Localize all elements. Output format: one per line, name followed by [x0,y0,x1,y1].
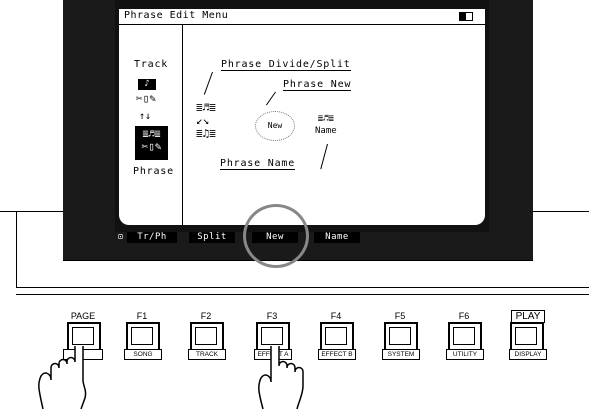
f5-button[interactable] [384,322,418,352]
new-icon: New [255,111,295,141]
track-label: Track [134,59,169,70]
f1-sublabel: SONG [124,349,162,360]
f2-sublabel: TRACK [188,349,226,360]
left-panel-divider [182,25,183,225]
new-icon-text: New [267,121,283,130]
new-leader [265,91,276,106]
f6-sublabel: UTILITY [446,349,484,360]
name-icon: ≣♬≣ Name [315,114,337,136]
divide-split-callout: Phrase Divide/Split [221,59,351,71]
f4-label: F4 [330,311,342,321]
track-note-icon: ♪ [138,79,156,90]
divide-icon: ≣♬≣ ↙↘ ≣♫≣ [196,101,216,140]
highlight-circle [243,204,309,268]
battery-icon [459,12,473,21]
f1-label: F1 [136,311,148,321]
phrase-selected-icon: ≣♬≣ ✂▯✎ [135,126,168,160]
f2-button[interactable] [190,322,224,352]
f1-button[interactable] [126,322,160,352]
hand-pointer-left-icon [38,346,87,409]
display-label: DISPLAY [509,349,547,360]
hand-pointer-right-icon [258,346,304,409]
bezel-strip [63,260,533,267]
screen-title: Phrase Edit Menu [124,10,229,21]
phrase-label: Phrase [133,166,174,177]
tab-tr-ph[interactable]: Tr/Ph [127,232,177,243]
lcd-title-bar: Phrase Edit Menu [119,9,485,25]
name-callout: Phrase Name [220,158,296,170]
f5-label: F5 [394,311,406,321]
tab-indicator-icon: ⊡ [118,232,123,241]
f6-label: F6 [458,311,470,321]
new-callout: Phrase New [283,79,352,91]
f2-label: F2 [200,311,212,321]
divide-split-leader [203,71,213,95]
panel-mid-line [16,287,589,288]
f3-label: F3 [266,311,278,321]
tab-split[interactable]: Split [189,232,235,243]
f5-sublabel: SYSTEM [382,349,420,360]
name-icon-text: Name [315,126,337,136]
panel-left-edge [16,211,17,287]
page-label: PAGE [70,311,96,321]
track-edit-tools-icon: ✂▯✎ [136,92,156,105]
panel-top-left-line [0,211,63,212]
tab-name[interactable]: Name [314,232,360,243]
play-button[interactable] [510,322,544,352]
name-leader [320,143,328,170]
f6-button[interactable] [448,322,482,352]
lcd-screen: Phrase Edit Menu Track ♪ ✂▯✎ ↑↓ ≣♬≣ ✂▯✎ … [119,9,485,225]
swap-arrows-icon: ↑↓ [139,111,152,122]
panel-top-right-line [533,211,589,212]
panel-lower-line [16,294,589,295]
